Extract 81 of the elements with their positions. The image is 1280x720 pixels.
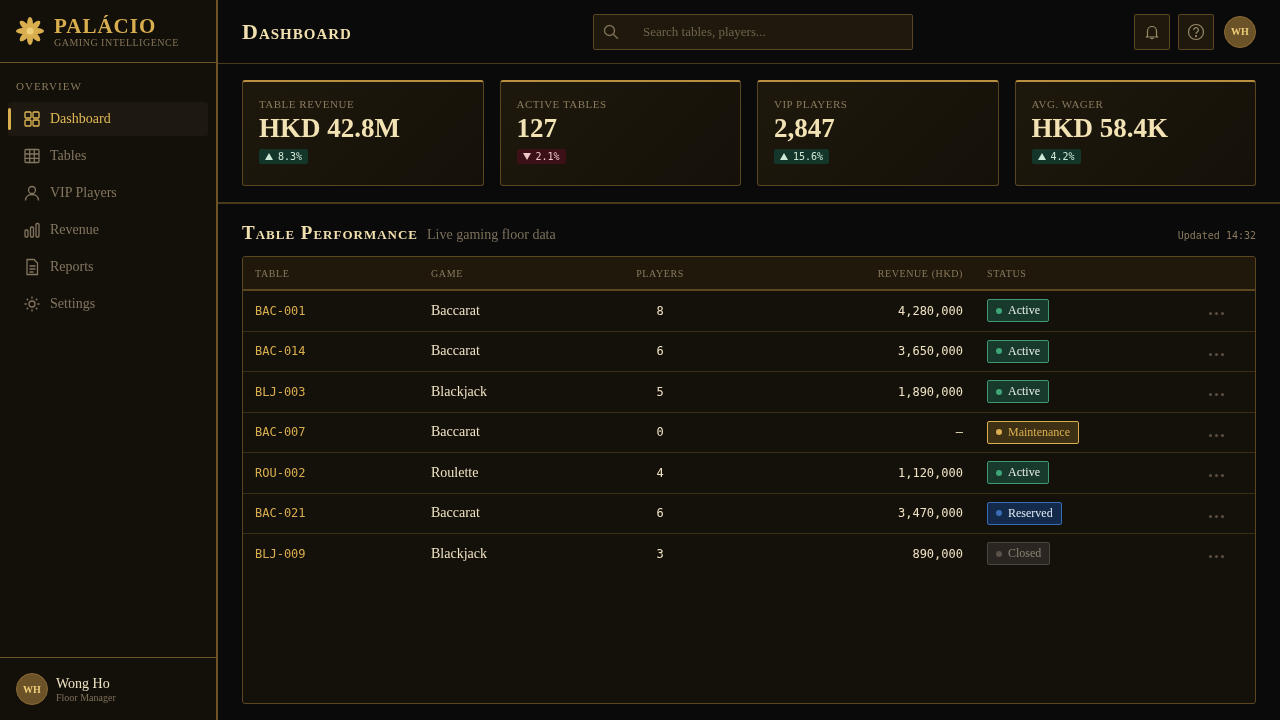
search-field[interactable]: Search tables, players... [593, 13, 913, 50]
revenue-amount: 3,470,000 [897, 506, 963, 521]
bar-chart-icon [23, 221, 41, 239]
status-badge: Active [987, 299, 1049, 323]
table-id: BAC-014 [255, 344, 307, 359]
brand-tagline: GAMING INTELLIGENCE [54, 36, 179, 48]
status-badge: Active [987, 339, 1049, 363]
sidebar-item[interactable]: VIP Players [8, 176, 208, 210]
status-badge: Active [987, 380, 1049, 404]
notifications-button[interactable] [1134, 13, 1170, 50]
bell-icon [1144, 23, 1160, 40]
change-badge: 2.1% [516, 149, 566, 164]
stat-value: 2,847 [774, 112, 835, 144]
player-count: 6 [656, 506, 664, 521]
user-avatar[interactable]: WH [1224, 15, 1256, 48]
sidebar-item[interactable]: Tables [8, 139, 208, 173]
revenue-amount: 4,280,000 [897, 303, 963, 318]
table-id: BLJ-009 [255, 546, 307, 561]
game-name: Baccarat [431, 505, 481, 522]
sidebar-item[interactable]: Reports [8, 250, 208, 284]
revenue-amount: 3,650,000 [897, 344, 963, 359]
column-header: REVENUE (HKD) [877, 267, 963, 279]
revenue-amount: – [955, 425, 963, 440]
status-badge: Maintenance [987, 420, 1079, 444]
user-role: Floor Manager [56, 691, 116, 703]
stat-value: 127 [516, 112, 557, 144]
game-name: Baccarat [431, 424, 481, 441]
person-icon [23, 184, 41, 202]
status-badge: Closed [987, 542, 1051, 566]
revenue-amount: 1,120,000 [897, 465, 963, 480]
player-count: 3 [656, 546, 664, 561]
player-count: 8 [656, 303, 664, 318]
game-name: Blackjack [431, 383, 488, 400]
column-header: PLAYERS [636, 267, 684, 279]
revenue-amount: 1,890,000 [897, 384, 963, 399]
player-count: 5 [656, 384, 664, 399]
table-id: ROU-002 [255, 465, 307, 480]
player-count: 0 [656, 425, 664, 440]
sidebar-item[interactable]: Revenue [8, 213, 208, 247]
user-avatar: WH [16, 673, 48, 705]
page-title: Dashboard [242, 18, 353, 45]
status-badge: Reserved [987, 501, 1062, 525]
help-button[interactable] [1178, 13, 1214, 50]
game-name: Baccarat [431, 302, 481, 319]
stat-label: AVG. WAGER [1031, 98, 1104, 110]
change-badge: 15.6% [774, 149, 830, 164]
game-name: Baccarat [431, 343, 481, 360]
grid-icon [23, 110, 41, 128]
section-title: Table Performance [242, 222, 419, 244]
brand-name: PALÁCIO [54, 14, 158, 37]
logo-icon [16, 17, 44, 45]
stat-label: TABLE REVENUE [259, 98, 355, 110]
player-count: 4 [656, 465, 664, 480]
player-count: 6 [656, 344, 664, 359]
change-badge: 4.2% [1031, 149, 1081, 164]
game-name: Roulette [431, 464, 480, 481]
table-id: BAC-007 [255, 425, 307, 440]
stat-label: VIP PLAYERS [774, 98, 848, 110]
stat-value: HKD 42.8M [259, 112, 400, 144]
settings-icon [23, 295, 41, 313]
revenue-amount: 890,000 [912, 546, 963, 561]
table-id: BLJ-003 [255, 384, 307, 399]
document-icon [23, 258, 41, 276]
column-header: GAME [431, 267, 464, 279]
status-badge: Active [987, 461, 1049, 485]
column-header: STATUS [987, 267, 1028, 279]
sidebar-item[interactable]: Settings [8, 287, 208, 321]
section-subtitle: Live gaming floor data [427, 227, 556, 243]
stat-label: ACTIVE TABLES [516, 98, 607, 110]
column-header: TABLE [255, 267, 291, 279]
change-badge: 8.3% [259, 149, 309, 164]
game-name: Blackjack [431, 545, 488, 562]
table-id: BAC-021 [255, 506, 307, 521]
help-icon [1187, 22, 1205, 41]
section-label: OVERVIEW [15, 79, 83, 94]
updated-time: Updated 14:32 [1177, 230, 1256, 241]
user-name: Wong Ho [56, 675, 111, 692]
table-icon [23, 147, 41, 165]
stat-value: HKD 58.4K [1031, 112, 1168, 144]
table-id: BAC-001 [255, 303, 307, 318]
sidebar-item[interactable]: Dashboard [8, 102, 208, 136]
